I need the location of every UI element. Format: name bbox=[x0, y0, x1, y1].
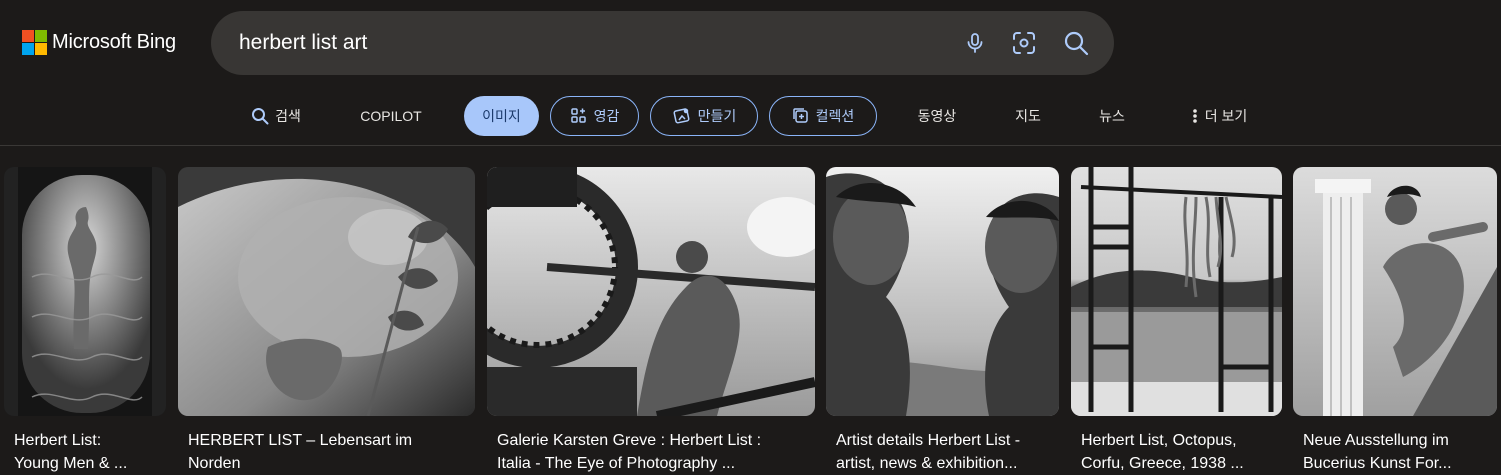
tab-images[interactable]: 이미지 bbox=[464, 96, 539, 136]
result-title-line2: Corfu, Greece, 1938 ... bbox=[1081, 455, 1244, 472]
tab-search[interactable]: 검색 bbox=[245, 96, 307, 136]
tab-maps[interactable]: 지도 bbox=[1004, 96, 1052, 136]
result-thumbnail[interactable] bbox=[4, 167, 166, 416]
tab-videos[interactable]: 동영상 bbox=[906, 96, 968, 136]
tab-news[interactable]: 뉴스 bbox=[1088, 96, 1136, 136]
result-title-line1: Galerie Karsten Greve : Herbert List : bbox=[497, 432, 762, 449]
visual-search-icon[interactable] bbox=[1010, 29, 1038, 57]
search-box bbox=[211, 11, 1114, 75]
result-caption[interactable]: Neue Ausstellung im Bucerius Kunst For..… bbox=[1303, 429, 1495, 475]
tab-maps-label: 지도 bbox=[1015, 108, 1041, 124]
tab-collections[interactable]: 컬렉션 bbox=[769, 96, 877, 136]
result-thumbnail[interactable] bbox=[1071, 167, 1282, 416]
result-caption[interactable]: Galerie Karsten Greve : Herbert List : I… bbox=[497, 429, 813, 475]
result-thumbnail[interactable] bbox=[487, 167, 815, 416]
more-vertical-icon bbox=[1192, 109, 1197, 123]
sparkle-grid-icon bbox=[570, 108, 586, 123]
tab-videos-label: 동영상 bbox=[917, 108, 957, 124]
result-thumbnail[interactable] bbox=[178, 167, 475, 416]
result-title-line2: artist, news & exhibition... bbox=[836, 455, 1018, 472]
result-title-line1: HERBERT LIST – Lebensart im bbox=[188, 432, 413, 449]
result-thumbnail[interactable] bbox=[826, 167, 1059, 416]
result-title-line2: Norden bbox=[188, 455, 241, 472]
result-caption[interactable]: Artist details Herbert List - artist, ne… bbox=[836, 429, 1057, 475]
tab-create-label: 만들기 bbox=[697, 108, 737, 124]
search-icon[interactable] bbox=[1062, 29, 1090, 57]
microphone-icon[interactable] bbox=[961, 29, 989, 57]
result-title-line1: Herbert List, Octopus, bbox=[1081, 432, 1237, 449]
result-caption[interactable]: Herbert List, Octopus, Corfu, Greece, 19… bbox=[1081, 429, 1280, 475]
tab-create[interactable]: 만들기 bbox=[650, 96, 758, 136]
tab-collections-label: 컬렉션 bbox=[815, 108, 855, 124]
microsoft-logo-icon bbox=[22, 30, 47, 55]
more-menu-label: 더 보기 bbox=[1204, 108, 1248, 124]
result-title-line2: Young Men & ... bbox=[14, 455, 128, 472]
result-title-line1: Herbert List: bbox=[14, 432, 102, 449]
result-thumbnail[interactable] bbox=[1293, 167, 1497, 416]
result-caption[interactable]: HERBERT LIST – Lebensart im Norden bbox=[188, 429, 473, 475]
tab-images-label: 이미지 bbox=[482, 108, 521, 124]
image-create-icon bbox=[673, 108, 690, 124]
tab-search-label: 검색 bbox=[275, 108, 301, 124]
result-title-line2: Italia - The Eye of Photography ... bbox=[497, 455, 736, 472]
tab-copilot[interactable]: COPILOT bbox=[352, 96, 430, 136]
search-icon bbox=[252, 108, 269, 125]
image-results-grid: Herbert List: Young Men & ... HERBERT LI… bbox=[0, 167, 1501, 474]
more-menu[interactable]: 더 보기 bbox=[1180, 96, 1258, 136]
search-input[interactable] bbox=[239, 29, 939, 57]
tab-inspiration-label: 영감 bbox=[593, 108, 620, 124]
tab-inspiration[interactable]: 영감 bbox=[550, 96, 639, 136]
result-title-line1: Neue Ausstellung im bbox=[1303, 432, 1449, 449]
result-title-line1: Artist details Herbert List - bbox=[836, 432, 1021, 449]
collections-add-icon bbox=[792, 108, 808, 123]
tab-news-label: 뉴스 bbox=[1099, 108, 1125, 124]
tab-copilot-label: COPILOT bbox=[360, 108, 422, 124]
result-title-line2: Bucerius Kunst For... bbox=[1303, 455, 1452, 472]
result-caption[interactable]: Herbert List: Young Men & ... bbox=[14, 429, 164, 475]
bing-logo[interactable]: Microsoft Bing bbox=[22, 30, 176, 55]
header: Microsoft Bing herbert list art 검색 COPIL… bbox=[0, 0, 1501, 146]
vertical-nav: 검색 COPILOT 이미지 영감 만들기 컬렉션 동영상 지도 뉴스 더 보기 bbox=[0, 96, 1501, 136]
brand-name: Microsoft Bing bbox=[52, 31, 176, 53]
